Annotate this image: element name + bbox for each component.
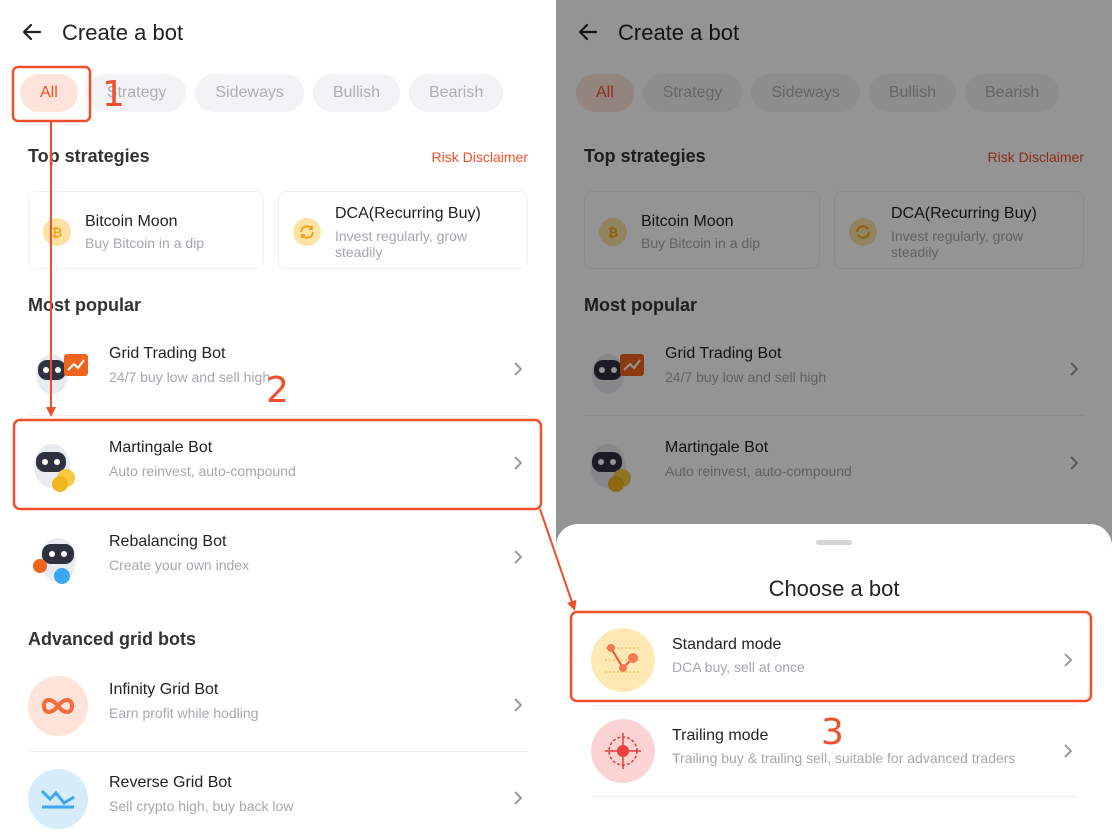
divider (28, 415, 528, 416)
mode-name: Trailing mode (672, 727, 769, 744)
strategy-name: Bitcoin Moon (85, 213, 178, 230)
strategy-desc-line2: steadily (335, 244, 383, 260)
step-number-3: 3 (821, 712, 844, 753)
advanced-grid-bots-title: Advanced grid bots (28, 629, 197, 649)
most-popular-title: Most popular (28, 295, 141, 315)
top-strategies-title: Top strategies (28, 146, 150, 166)
bot-name: Reverse Grid Bot (109, 774, 232, 791)
divider (28, 509, 528, 510)
chevron-right-icon (514, 698, 523, 712)
divider (591, 796, 1078, 797)
martingale-robot-icon (34, 444, 75, 492)
strategy-desc: Buy Bitcoin in a dip (85, 235, 205, 251)
bot-row-rebalancing[interactable]: Rebalancing Bot Create your own index (28, 512, 528, 604)
bot-row-martingale[interactable]: Martingale Bot Auto reinvest, auto-compo… (28, 418, 528, 510)
bot-row-reverse-grid[interactable]: Reverse Grid Bot Sell crypto high, buy b… (28, 753, 528, 837)
bot-name: Infinity Grid Bot (109, 681, 219, 698)
filter-chip-sideways[interactable]: Sideways (195, 74, 304, 112)
standard-chart-icon (591, 628, 655, 692)
mode-row-standard[interactable]: Standard mode DCA buy, sell at once (591, 614, 1078, 706)
chevron-right-icon (514, 550, 523, 564)
step-number-1: 1 (102, 74, 125, 115)
chevron-right-icon (514, 791, 523, 805)
chevron-right-icon (1064, 744, 1073, 758)
bot-name: Martingale Bot (109, 439, 213, 456)
rebalancing-robot-icon (33, 538, 76, 584)
chevron-right-icon (1064, 653, 1073, 667)
divider (28, 751, 528, 752)
bot-desc: Earn profit while hodling (109, 705, 259, 721)
target-icon (591, 719, 655, 783)
grid-robot-icon (36, 354, 88, 394)
sheet-drag-handle[interactable] (816, 540, 852, 545)
bot-desc: Sell crypto high, buy back low (109, 798, 294, 814)
strategy-card-bitcoin-moon[interactable]: ₿ Bitcoin Moon Buy Bitcoin in a dip (28, 191, 264, 269)
recurring-icon (293, 218, 321, 246)
filter-chip-bullish[interactable]: Bullish (312, 74, 400, 112)
chevron-right-icon (514, 456, 523, 470)
step-number-2: 2 (266, 370, 289, 411)
strategy-card-dca[interactable]: DCA(Recurring Buy) Invest regularly, gro… (278, 191, 528, 269)
strategy-desc-line1: Invest regularly, grow (335, 228, 468, 244)
risk-disclaimer-link[interactable]: Risk Disclaimer (432, 149, 528, 165)
bot-desc: Auto reinvest, auto-compound (109, 463, 296, 479)
mode-name: Standard mode (672, 636, 782, 653)
bot-desc: 24/7 buy low and sell high (109, 369, 271, 385)
left-screen: Create a bot All Strategy Sideways Bulli… (0, 0, 556, 837)
bot-name: Rebalancing Bot (109, 533, 227, 550)
filter-chip-bearish[interactable]: Bearish (409, 74, 504, 112)
bitcoin-icon: ₿ (43, 218, 71, 246)
back-arrow-icon[interactable] (20, 20, 44, 44)
mode-desc: DCA buy, sell at once (672, 659, 805, 675)
bot-desc: Create your own index (109, 557, 250, 573)
choose-bot-sheet: Choose a bot Standard mode DCA buy, sell… (556, 524, 1112, 837)
strategy-name: DCA(Recurring Buy) (335, 205, 481, 222)
bot-row-infinity-grid[interactable]: Infinity Grid Bot Earn profit while hodl… (28, 660, 528, 752)
header: Create a bot (0, 0, 556, 64)
infinity-icon (28, 676, 88, 736)
reverse-chart-icon (28, 769, 88, 829)
sheet-title: Choose a bot (768, 576, 900, 601)
filter-chips: All Strategy Sideways Bullish Bearish (20, 74, 504, 112)
page-title: Create a bot (62, 20, 184, 45)
bot-name: Grid Trading Bot (109, 345, 226, 362)
chevron-right-icon (514, 362, 523, 376)
filter-chip-all[interactable]: All (20, 74, 78, 112)
